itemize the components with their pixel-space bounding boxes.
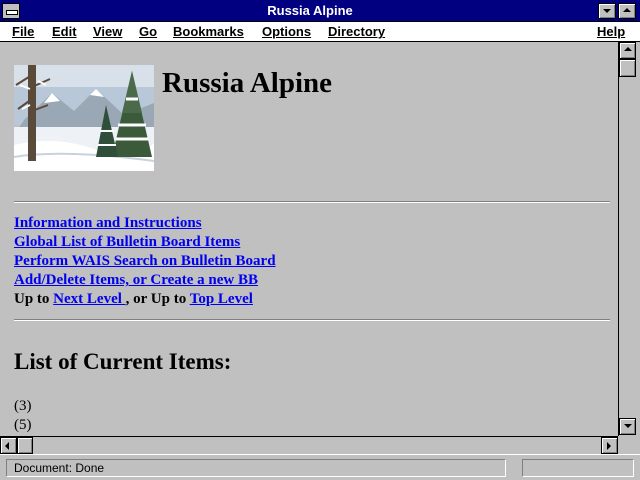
- link-information[interactable]: Information and Instructions: [14, 214, 276, 233]
- scroll-down-button[interactable]: [619, 418, 636, 435]
- list-item: (3): [14, 398, 32, 414]
- link-wais-search[interactable]: Perform WAIS Search on Bulletin Board: [14, 252, 276, 271]
- system-menu-icon[interactable]: [2, 3, 20, 19]
- menu-bookmarks[interactable]: Bookmarks: [173, 23, 244, 40]
- vertical-scroll-track[interactable]: [619, 77, 636, 418]
- menu-bar: File Edit View Go Bookmarks Options Dire…: [0, 22, 640, 42]
- arrow-right-icon: [607, 442, 611, 450]
- list-item: (5): [14, 417, 32, 433]
- window-title: Russia Alpine: [267, 3, 353, 18]
- link-next-level[interactable]: Next Level: [53, 291, 125, 307]
- vertical-scroll-thumb[interactable]: [619, 59, 636, 77]
- up-navigation: Up to Next Level , or Up to Top Level: [14, 290, 276, 309]
- divider: [14, 319, 610, 321]
- scroll-left-button[interactable]: [0, 437, 17, 454]
- alpine-picture: [14, 65, 154, 171]
- list-heading: List of Current Items:: [14, 349, 232, 374]
- menu-options[interactable]: Options: [262, 23, 311, 40]
- scrollbar-corner: [618, 436, 640, 454]
- status-text: Document: Done: [6, 459, 506, 477]
- link-top-level[interactable]: Top Level: [190, 291, 253, 307]
- minimize-button[interactable]: [598, 3, 616, 19]
- title-bar: Russia Alpine: [0, 0, 640, 22]
- minimize-icon: [603, 9, 611, 13]
- up-prefix: Up to: [14, 291, 54, 307]
- vertical-scrollbar[interactable]: [618, 42, 636, 436]
- progress-meter: [522, 459, 634, 477]
- link-global-list[interactable]: Global List of Bulletin Board Items: [14, 233, 276, 252]
- link-add-delete[interactable]: Add/Delete Items, or Create a new BB: [14, 271, 276, 290]
- divider: [14, 201, 610, 203]
- horizontal-scroll-thumb[interactable]: [17, 437, 33, 454]
- item-list: (3) (5): [14, 397, 32, 435]
- maximize-icon: [623, 8, 631, 12]
- arrow-up-icon: [624, 47, 632, 51]
- menu-file[interactable]: File: [12, 23, 34, 40]
- arrow-left-icon: [5, 442, 9, 450]
- menu-go[interactable]: Go: [139, 23, 157, 40]
- nav-links: Information and Instructions Global List…: [14, 214, 276, 309]
- status-bar: Document: Done: [0, 454, 640, 480]
- maximize-button[interactable]: [618, 3, 636, 19]
- horizontal-scrollbar[interactable]: [0, 436, 618, 454]
- up-middle: , or Up to: [125, 291, 190, 307]
- scroll-up-button[interactable]: [619, 42, 636, 59]
- scroll-right-button[interactable]: [601, 437, 618, 454]
- menu-help[interactable]: Help: [597, 23, 625, 40]
- browser-frame: Russia Alpine Information and Instructio…: [0, 42, 640, 454]
- page-title: Russia Alpine: [162, 67, 333, 99]
- page-content: Russia Alpine Information and Instructio…: [4, 50, 618, 436]
- menu-directory[interactable]: Directory: [328, 23, 385, 40]
- arrow-down-icon: [624, 424, 632, 428]
- menu-view[interactable]: View: [93, 23, 122, 40]
- menu-edit[interactable]: Edit: [52, 23, 77, 40]
